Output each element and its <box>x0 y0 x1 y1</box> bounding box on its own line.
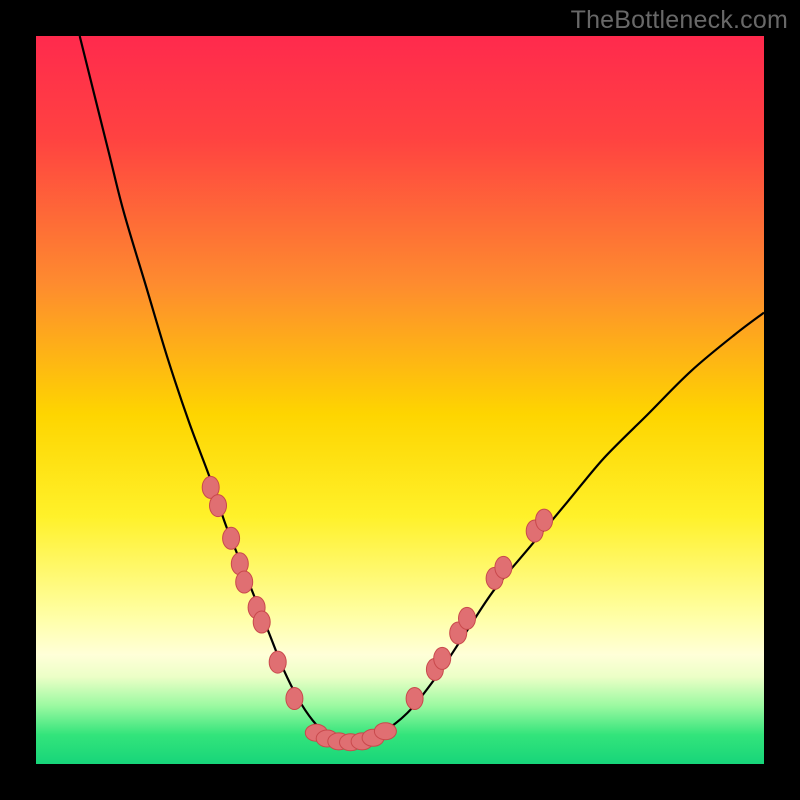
data-dot <box>374 723 396 740</box>
dot-cluster-bottom <box>305 723 396 751</box>
data-dot <box>536 509 553 531</box>
data-dot <box>286 688 303 710</box>
curve-layer <box>36 36 764 764</box>
data-dot <box>495 556 512 578</box>
plot-area <box>36 36 764 764</box>
data-dot <box>253 611 270 633</box>
bottleneck-curve <box>80 36 764 743</box>
dot-cluster-right <box>406 509 552 709</box>
watermark-text: TheBottleneck.com <box>571 6 788 35</box>
data-dot <box>210 495 227 517</box>
data-dot <box>406 688 423 710</box>
data-dot <box>269 651 286 673</box>
data-dot <box>236 571 253 593</box>
data-dot <box>434 647 451 669</box>
data-dot <box>223 527 240 549</box>
chart-frame: TheBottleneck.com <box>0 0 800 800</box>
data-dot <box>459 607 476 629</box>
